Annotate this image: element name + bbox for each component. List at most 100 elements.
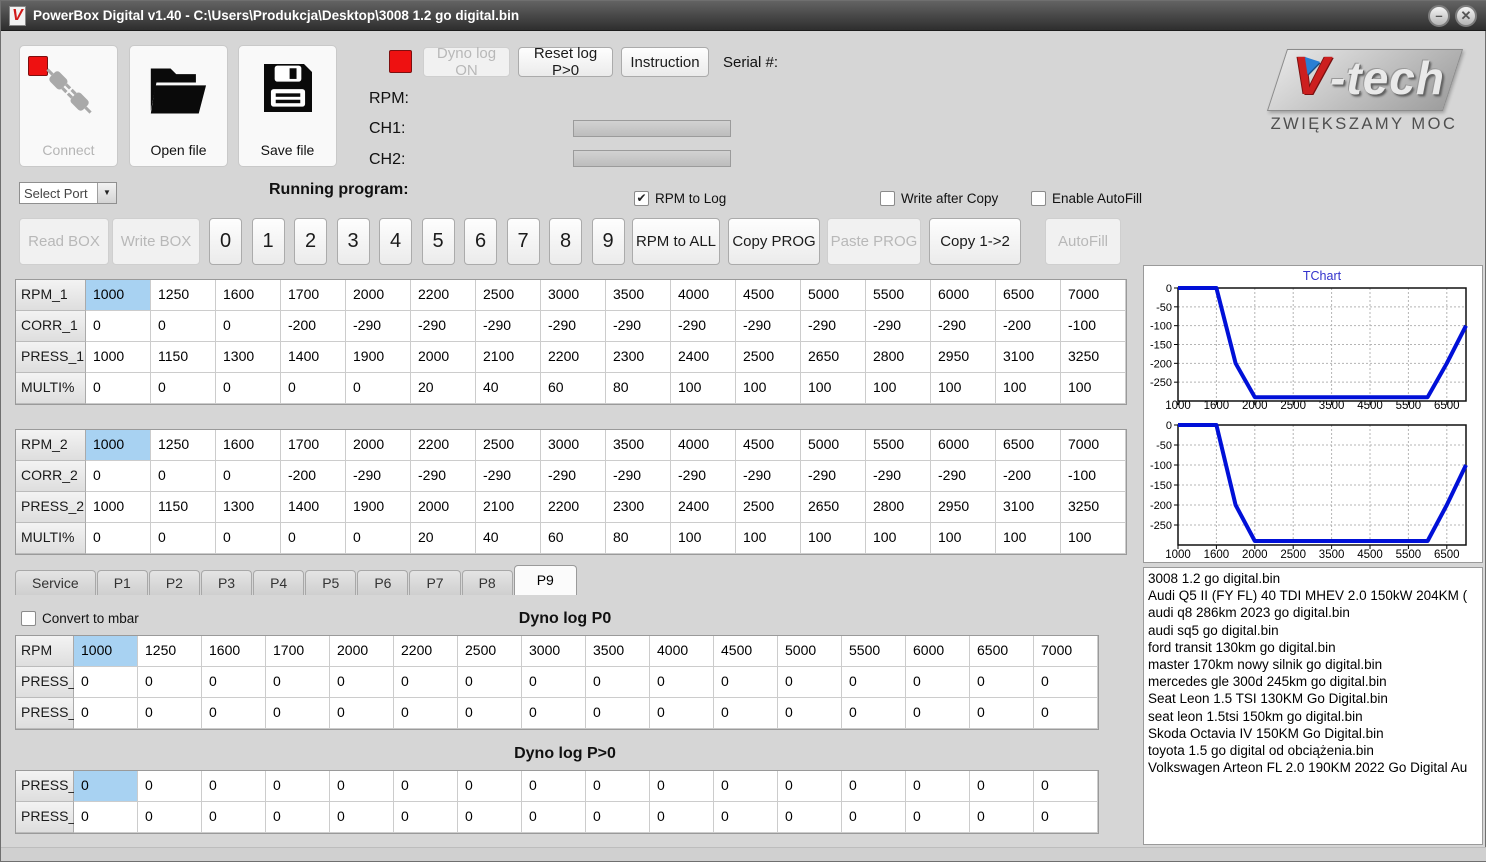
table-cell[interactable]: 0 xyxy=(346,373,411,404)
tab-p2[interactable]: P2 xyxy=(148,570,200,595)
table-cell[interactable]: 4000 xyxy=(671,430,736,461)
table-cell[interactable]: 20 xyxy=(411,373,476,404)
table-cell[interactable]: 0 xyxy=(151,373,216,404)
table-cell[interactable]: 0 xyxy=(906,698,970,729)
table-cell[interactable]: 5000 xyxy=(778,636,842,667)
read-box-button[interactable]: Read BOX xyxy=(19,218,109,265)
file-list-item[interactable]: Seat Leon 1.5 TSI 130KM Go Digital.bin xyxy=(1148,690,1482,707)
table-cell[interactable]: 2200 xyxy=(541,492,606,523)
table-cell[interactable]: 100 xyxy=(931,523,996,554)
table-cell[interactable]: 0 xyxy=(281,373,346,404)
table-cell[interactable]: 0 xyxy=(778,667,842,698)
connect-button[interactable]: Connect xyxy=(19,45,118,167)
file-list-item[interactable]: toyota 1.5 go digital od obciążenia.bin xyxy=(1148,742,1482,759)
chevron-down-icon[interactable]: ▼ xyxy=(97,183,116,203)
table-cell[interactable]: 0 xyxy=(586,802,650,833)
table-cell[interactable]: 80 xyxy=(606,523,671,554)
copy-1-to-2-button[interactable]: Copy 1->2 xyxy=(929,218,1021,265)
autofill-button[interactable]: AutoFill xyxy=(1045,218,1121,265)
table-cell[interactable]: 3500 xyxy=(606,280,671,311)
table-cell[interactable]: 0 xyxy=(458,698,522,729)
table-cell[interactable]: 2500 xyxy=(736,492,801,523)
table-cell[interactable]: 0 xyxy=(522,667,586,698)
table-cell[interactable]: 3000 xyxy=(541,430,606,461)
table-cell[interactable]: 0 xyxy=(86,311,151,342)
write-after-copy-checkbox[interactable]: Write after Copy xyxy=(880,191,998,206)
table-cell[interactable]: 2100 xyxy=(476,342,541,373)
table-cell[interactable]: -290 xyxy=(801,461,866,492)
table-cell[interactable]: 6000 xyxy=(906,636,970,667)
table-cell[interactable]: 100 xyxy=(866,523,931,554)
table-cell[interactable]: 0 xyxy=(650,771,714,802)
table-cell[interactable]: 2950 xyxy=(931,492,996,523)
table-cell[interactable]: 0 xyxy=(151,461,216,492)
table-cell[interactable]: 1000 xyxy=(86,430,151,461)
open-file-button[interactable]: Open file xyxy=(129,45,228,167)
table-cell[interactable]: 3250 xyxy=(1061,492,1126,523)
table-cell[interactable]: 2950 xyxy=(931,342,996,373)
table-cell[interactable]: 0 xyxy=(906,802,970,833)
table-cell[interactable]: 100 xyxy=(1061,523,1126,554)
tab-p6[interactable]: P6 xyxy=(357,570,409,595)
table-cell[interactable]: 0 xyxy=(74,667,138,698)
table-cell[interactable]: 100 xyxy=(671,373,736,404)
table-cell[interactable]: -290 xyxy=(541,311,606,342)
table-cell[interactable]: 1250 xyxy=(138,636,202,667)
table-cell[interactable]: 0 xyxy=(394,698,458,729)
table-cell[interactable]: 0 xyxy=(281,523,346,554)
table-cell[interactable]: 0 xyxy=(842,667,906,698)
table-cell[interactable]: 0 xyxy=(74,771,138,802)
file-list-item[interactable]: audi q8 286km 2023 go digital.bin xyxy=(1148,604,1482,621)
table-cell[interactable]: 2650 xyxy=(801,492,866,523)
table-cell[interactable]: 2400 xyxy=(671,492,736,523)
table-cell[interactable]: 0 xyxy=(86,523,151,554)
paste-prog-button[interactable]: Paste PROG xyxy=(827,218,921,265)
table-cell[interactable]: 1250 xyxy=(151,430,216,461)
table-cell[interactable]: 0 xyxy=(586,771,650,802)
rpm-to-log-checkmark[interactable]: ✔ xyxy=(634,191,649,206)
reset-log-button[interactable]: Reset log P>0 xyxy=(518,45,613,79)
table-cell[interactable]: 6500 xyxy=(970,636,1034,667)
table-cell[interactable]: 2400 xyxy=(671,342,736,373)
file-list-item[interactable]: mercedes gle 300d 245km go digital.bin xyxy=(1148,673,1482,690)
table-cell[interactable]: -200 xyxy=(996,461,1061,492)
table-cell[interactable]: 4000 xyxy=(671,280,736,311)
tab-p8[interactable]: P8 xyxy=(461,570,513,595)
table-cell[interactable]: 100 xyxy=(996,523,1061,554)
digit-button-3[interactable]: 3 xyxy=(336,218,370,265)
table-cell[interactable]: 3000 xyxy=(522,636,586,667)
table-cell[interactable]: 100 xyxy=(1061,373,1126,404)
table-cell[interactable]: 1150 xyxy=(151,342,216,373)
table-cell[interactable]: 3100 xyxy=(996,492,1061,523)
table-cell[interactable]: 0 xyxy=(330,698,394,729)
table-cell[interactable]: 3250 xyxy=(1061,342,1126,373)
table-cell[interactable]: 2000 xyxy=(346,280,411,311)
file-list-item[interactable]: Volkswagen Arteon FL 2.0 190KM 2022 Go D… xyxy=(1148,759,1482,776)
table-cell[interactable]: -290 xyxy=(801,311,866,342)
table-cell[interactable]: -290 xyxy=(541,461,606,492)
table-cell[interactable]: 100 xyxy=(736,373,801,404)
table-cell[interactable]: 0 xyxy=(138,667,202,698)
table-cell[interactable]: 1400 xyxy=(281,492,346,523)
table-cell[interactable]: 100 xyxy=(996,373,1061,404)
table-cell[interactable]: 0 xyxy=(1034,802,1098,833)
table-cell[interactable]: 1300 xyxy=(216,492,281,523)
table-cell[interactable]: 2800 xyxy=(866,492,931,523)
table-cell[interactable]: 2500 xyxy=(736,342,801,373)
table-cell[interactable]: 0 xyxy=(458,802,522,833)
table-cell[interactable]: 0 xyxy=(970,802,1034,833)
table-cell[interactable]: -290 xyxy=(931,311,996,342)
table-cell[interactable]: 0 xyxy=(1034,667,1098,698)
table-cell[interactable]: 2000 xyxy=(411,492,476,523)
table-cell[interactable]: 0 xyxy=(216,373,281,404)
table-cell[interactable]: -290 xyxy=(346,311,411,342)
table-cell[interactable]: 0 xyxy=(202,771,266,802)
table-cell[interactable]: -290 xyxy=(866,311,931,342)
table-cell[interactable]: 0 xyxy=(458,771,522,802)
table-cell[interactable]: -290 xyxy=(866,461,931,492)
table-cell[interactable]: -290 xyxy=(476,311,541,342)
table-cell[interactable]: 100 xyxy=(801,373,866,404)
table-cell[interactable]: 0 xyxy=(266,802,330,833)
table-cell[interactable]: 6500 xyxy=(996,430,1061,461)
table-cell[interactable]: -290 xyxy=(411,311,476,342)
